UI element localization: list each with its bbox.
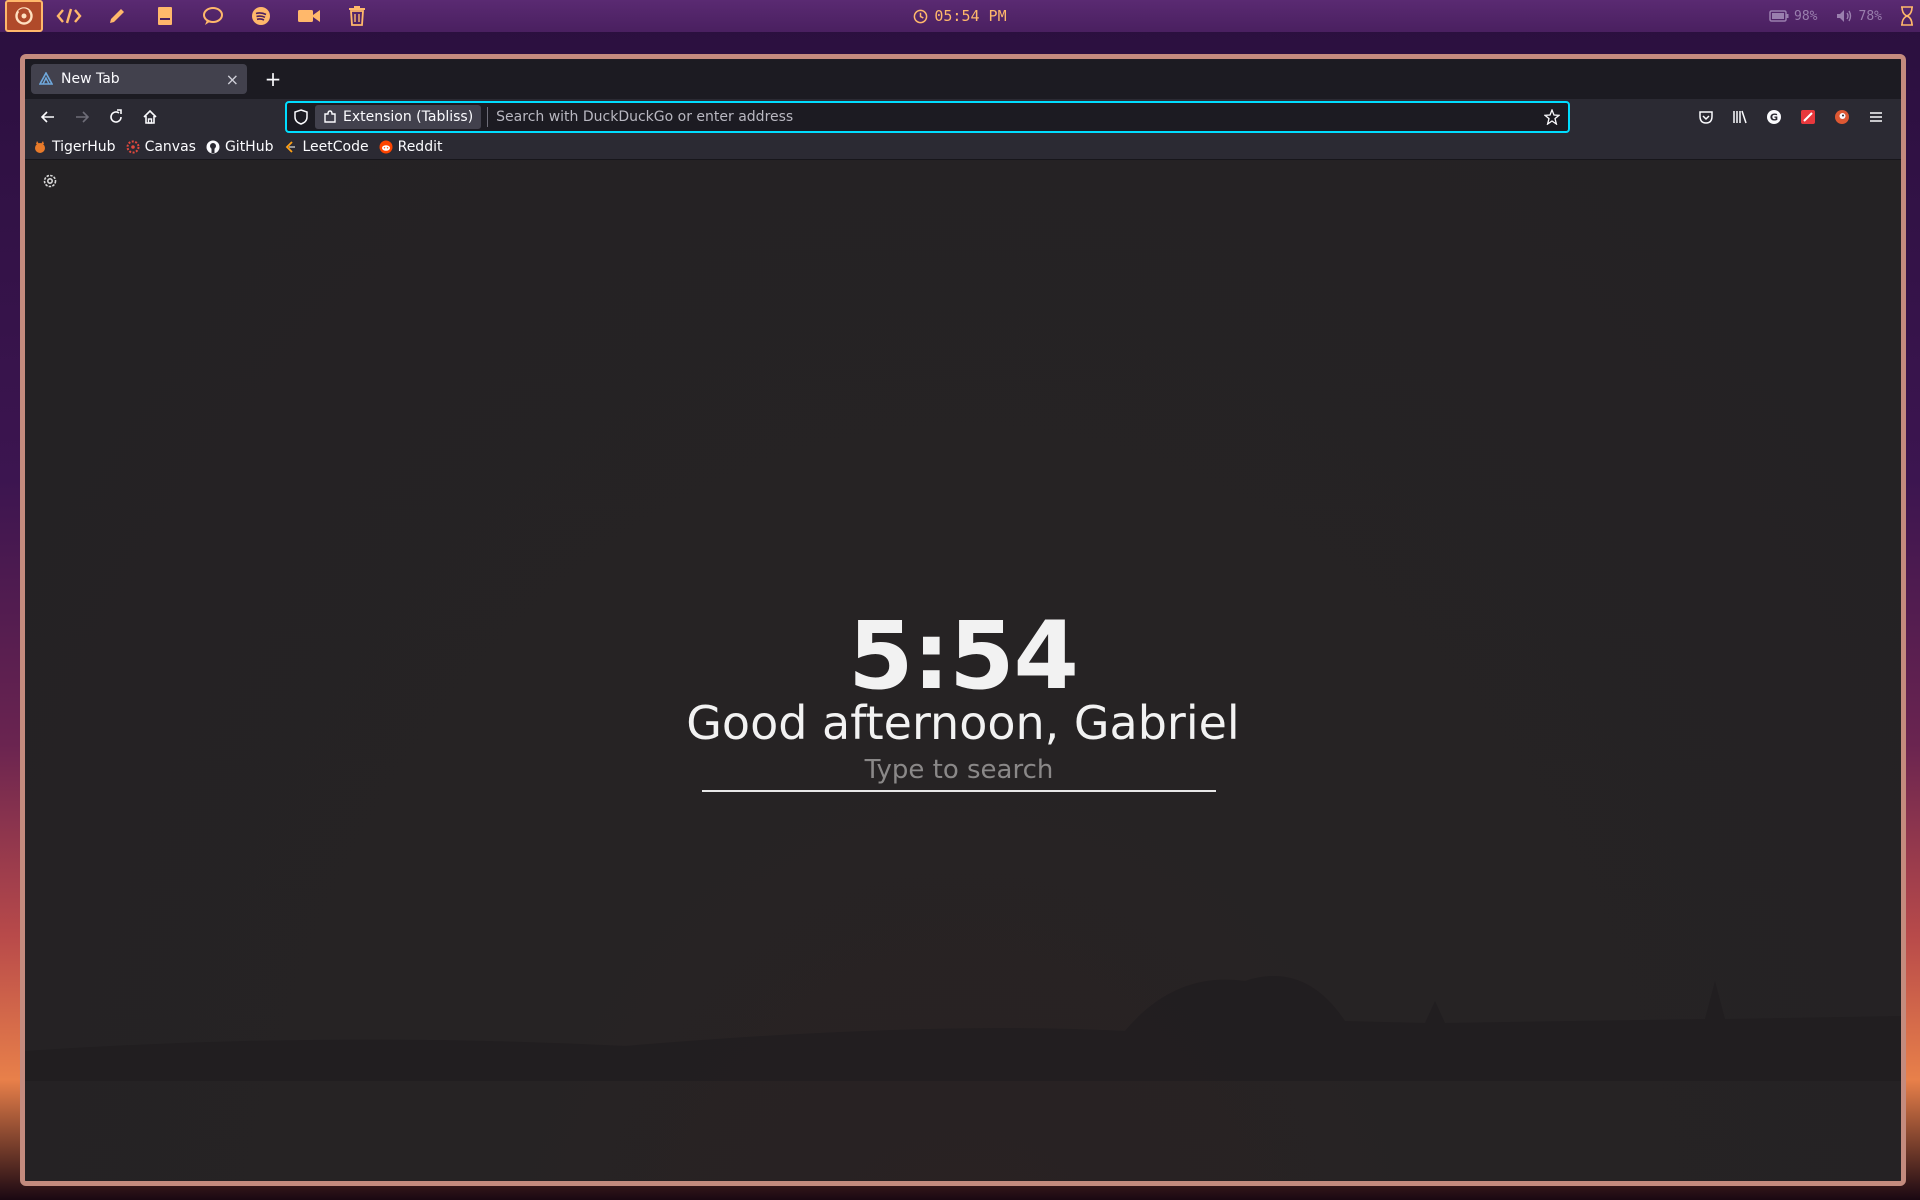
hourglass-icon [1901, 6, 1913, 26]
nav-toolbar: Extension (Tabliss) Search with DuckDuck… [25, 99, 1901, 135]
chat-bubble-icon [203, 7, 223, 25]
red-extension-button[interactable] [1795, 104, 1821, 130]
bookmark-label: Reddit [397, 139, 443, 155]
back-arrow-icon [40, 111, 54, 123]
panel-clock-text: 05:54 PM [934, 7, 1007, 25]
forward-arrow-icon [76, 111, 90, 123]
new-tab-search [702, 750, 1216, 792]
reddit-icon [379, 140, 393, 154]
pencil-launcher[interactable] [93, 0, 141, 32]
tab-title: New Tab [61, 71, 120, 87]
reload-icon [110, 109, 122, 123]
bookmark-canvas[interactable]: Canvas [126, 139, 196, 155]
toolbar-right: G [1693, 99, 1889, 135]
back-button[interactable] [31, 102, 65, 132]
battery-icon [1769, 10, 1789, 22]
gear-icon [43, 174, 57, 188]
tracking-protection-button[interactable] [287, 109, 315, 125]
battery-level: 98% [1794, 8, 1818, 24]
session-button[interactable] [1900, 6, 1914, 26]
bookmark-label: Canvas [144, 139, 196, 155]
background-landscape [25, 976, 1901, 1081]
battery-indicator[interactable]: 98% [1769, 8, 1818, 24]
svg-text:G: G [1770, 113, 1778, 124]
extension-label: Extension (Tabliss) [343, 109, 474, 125]
url-bar[interactable]: Extension (Tabliss) [285, 101, 1570, 133]
bookmark-label: TigerHub [52, 139, 116, 155]
top-panel: 05:54 PM 98% 78% [0, 0, 1920, 32]
star-icon [1544, 109, 1560, 125]
menu-button[interactable] [1863, 104, 1889, 130]
clock-icon [914, 9, 928, 23]
tab-strip: New Tab × + [25, 59, 1901, 99]
forward-button[interactable] [65, 102, 99, 132]
leetcode-icon [286, 141, 296, 153]
home-icon [143, 109, 157, 124]
reload-button[interactable] [99, 102, 133, 132]
speaker-icon [1836, 10, 1851, 22]
grammarly-icon: G [1767, 110, 1781, 124]
puzzle-piece-icon [324, 110, 336, 123]
system-tray: 98% 78% [1757, 0, 1914, 32]
volume-level: 78% [1858, 8, 1882, 24]
canvas-icon [126, 140, 140, 154]
hamburger-menu-icon [1870, 112, 1882, 122]
spotify-launcher[interactable] [237, 0, 285, 32]
grammarly-extension-button[interactable]: G [1761, 104, 1787, 130]
github-icon [206, 140, 220, 154]
library-button[interactable] [1727, 104, 1753, 130]
shield-icon [294, 109, 308, 125]
bookmarks-toolbar: TigerHub Canvas GitHub LeetCode Reddit [25, 135, 1901, 160]
settings-button[interactable] [41, 172, 63, 194]
code-editor-launcher[interactable] [45, 0, 93, 32]
greeting-text: Good afternoon, Gabriel [686, 696, 1240, 750]
bookmark-tigerhub[interactable]: TigerHub [33, 139, 116, 155]
video-launcher[interactable] [285, 0, 333, 32]
video-camera-icon [298, 10, 320, 22]
duckduckgo-extension-button[interactable] [1829, 104, 1855, 130]
tabliss-icon [39, 72, 53, 85]
pocket-icon [1699, 111, 1713, 124]
chat-launcher[interactable] [189, 0, 237, 32]
address-input[interactable] [494, 108, 1536, 126]
notes-launcher[interactable] [141, 0, 189, 32]
pencil-icon [110, 9, 124, 23]
trash-icon [349, 6, 365, 26]
new-tab-search-input[interactable] [702, 754, 1216, 786]
trash-launcher[interactable] [333, 0, 381, 32]
tab-close-icon[interactable]: × [226, 70, 239, 89]
bookmark-label: LeetCode [302, 139, 369, 155]
tigerhub-icon [35, 141, 45, 153]
highlighter-extension-icon [1801, 110, 1815, 124]
browser-window: New Tab × + Extension (Tabliss) Search w… [20, 54, 1906, 1186]
bookmark-leetcode[interactable]: LeetCode [283, 139, 369, 155]
bookmark-reddit[interactable]: Reddit [379, 139, 443, 155]
bookmark-github[interactable]: GitHub [206, 139, 274, 155]
firefox-icon [15, 7, 33, 25]
firefox-launcher[interactable] [3, 0, 45, 32]
spotify-icon [252, 7, 270, 25]
launcher-bar [0, 0, 381, 32]
duckduckgo-icon [1835, 110, 1849, 124]
library-icon [1733, 110, 1747, 124]
home-button[interactable] [133, 102, 167, 132]
code-icon [56, 8, 82, 24]
big-clock: 5:54 [848, 602, 1079, 711]
new-tab-page: 5:54 Good afternoon, Gabriel [25, 160, 1901, 1181]
volume-indicator[interactable]: 78% [1836, 9, 1882, 24]
bookmark-label: GitHub [224, 139, 274, 155]
extension-identity-box[interactable]: Extension (Tabliss) [315, 105, 482, 129]
new-tab-button[interactable]: + [261, 67, 285, 91]
book-icon [158, 7, 172, 25]
tab-new-tab[interactable]: New Tab × [31, 64, 247, 94]
urlbar-divider [487, 107, 489, 127]
pocket-button[interactable] [1693, 104, 1719, 130]
bookmark-star-button[interactable] [1536, 109, 1568, 125]
